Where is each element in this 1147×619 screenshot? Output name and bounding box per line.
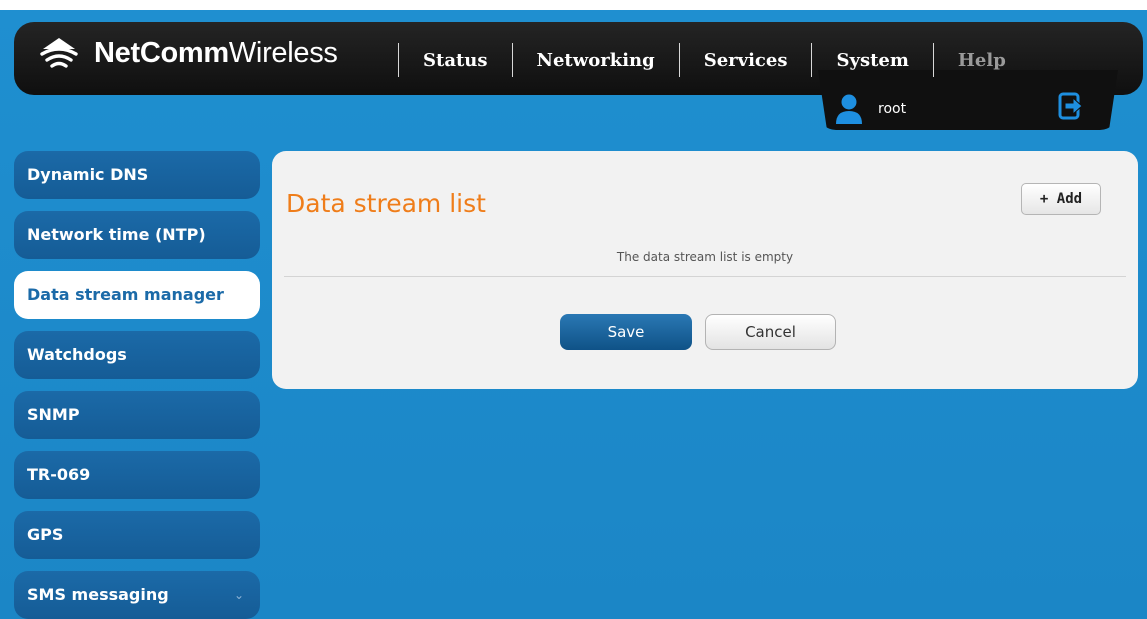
brand-name-bold: NetComm	[94, 36, 229, 69]
cancel-button[interactable]: Cancel	[705, 314, 836, 350]
user-info[interactable]: root	[836, 94, 906, 124]
username: root	[878, 101, 907, 117]
logout-icon	[1058, 92, 1083, 120]
page-title: Data stream list	[286, 189, 486, 218]
add-button[interactable]: + Add	[1021, 183, 1101, 215]
sidebar-item-tr069[interactable]: TR-069	[14, 451, 260, 499]
nav-services[interactable]: Services	[680, 50, 812, 71]
save-button[interactable]: Save	[560, 314, 692, 350]
nav-system[interactable]: System	[812, 50, 932, 71]
sidebar-item-network-time[interactable]: Network time (NTP)	[14, 211, 260, 259]
brand-name-light: Wireless	[228, 36, 338, 69]
sidebar-item-label: Dynamic DNS	[27, 165, 149, 184]
chevron-down-icon: ⌄	[233, 588, 244, 602]
sidebar-item-watchdogs[interactable]: Watchdogs	[14, 331, 260, 379]
empty-list-message: The data stream list is empty	[616, 250, 794, 264]
sidebar-item-label: Network time (NTP)	[27, 225, 206, 244]
sidebar-item-data-stream-manager[interactable]: Data stream manager	[14, 271, 260, 319]
main-nav: Status Networking Services System Help	[398, 42, 1030, 78]
nav-status[interactable]: Status	[399, 50, 512, 71]
user-icon	[836, 94, 862, 124]
sidebar-item-label: Data stream manager	[27, 285, 224, 304]
nav-help[interactable]: Help	[934, 50, 1030, 71]
wifi-icon	[40, 38, 78, 68]
page-background: NetComm Wireless Status Networking Servic…	[0, 10, 1147, 619]
sidebar-item-dynamic-dns[interactable]: Dynamic DNS	[14, 151, 260, 199]
sidebar-item-label: SNMP	[27, 405, 80, 424]
sidebar-item-sms-messaging[interactable]: SMS messaging ⌄	[14, 571, 260, 619]
sidebar-item-label: SMS messaging	[27, 585, 169, 604]
logout-button[interactable]	[1058, 92, 1084, 120]
sidebar-item-label: TR-069	[27, 465, 91, 484]
divider	[284, 276, 1126, 277]
data-stream-panel: Data stream list + Add The data stream l…	[272, 151, 1138, 389]
nav-networking[interactable]: Networking	[513, 50, 679, 71]
sidebar-item-snmp[interactable]: SNMP	[14, 391, 260, 439]
sidebar-item-label: GPS	[27, 525, 64, 544]
sidebar-item-label: Watchdogs	[27, 345, 127, 364]
logo[interactable]: NetComm Wireless	[38, 36, 338, 70]
sidebar-item-gps[interactable]: GPS	[14, 511, 260, 559]
